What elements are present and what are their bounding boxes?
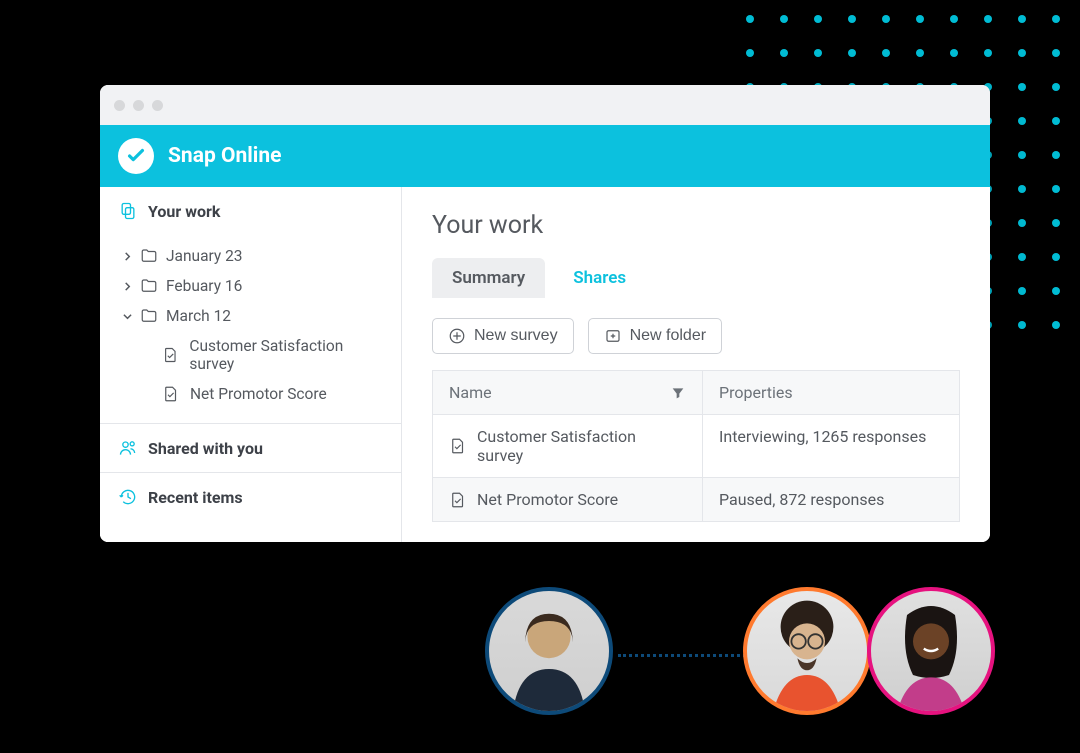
sidebar: Your work January 23 — [100, 187, 402, 542]
row-properties: Interviewing, 1265 responses — [703, 415, 959, 477]
copy-icon — [118, 201, 138, 221]
document-check-icon — [162, 385, 180, 403]
history-icon — [118, 487, 138, 507]
chevron-down-icon — [122, 307, 132, 325]
table-body: Customer Satisfaction survey Interviewin… — [433, 415, 959, 522]
sidebar-your-work-label: Your work — [148, 202, 220, 221]
toolbar: New survey New folder — [432, 318, 960, 354]
folder-label: Febuary 16 — [166, 277, 242, 295]
avatar-group — [485, 587, 995, 715]
chevron-right-icon — [122, 277, 132, 295]
avatar — [743, 587, 871, 715]
app-window: Snap Online Your work — [100, 85, 990, 542]
window-max-dot[interactable] — [152, 100, 163, 111]
column-name-label: Name — [449, 383, 492, 402]
folder-label: January 23 — [166, 247, 243, 265]
row-name: Net Promotor Score — [477, 490, 618, 509]
row-properties: Paused, 872 responses — [703, 478, 959, 521]
row-name: Customer Satisfaction survey — [477, 427, 686, 465]
sidebar-recent[interactable]: Recent items — [100, 473, 401, 521]
table-row[interactable]: Net Promotor Score Paused, 872 responses — [433, 478, 959, 522]
window-close-dot[interactable] — [114, 100, 125, 111]
sidebar-section-your-work: Your work January 23 — [100, 187, 401, 424]
avatar — [485, 587, 613, 715]
filter-icon[interactable] — [670, 385, 686, 401]
person-icon — [871, 591, 991, 711]
folder-march-12[interactable]: March 12 — [100, 301, 401, 331]
survey-label: Net Promotor Score — [190, 385, 327, 403]
column-properties[interactable]: Properties — [703, 371, 959, 415]
sidebar-section-recent: Recent items — [100, 473, 401, 521]
people-icon — [118, 438, 138, 458]
sidebar-your-work[interactable]: Your work — [100, 187, 401, 235]
document-check-icon — [162, 346, 179, 364]
folder-plus-icon — [604, 327, 622, 345]
sidebar-recent-label: Recent items — [148, 488, 243, 507]
app-header: Snap Online — [100, 125, 990, 187]
checkmark-icon — [125, 145, 147, 167]
page-title: Your work — [432, 211, 960, 240]
survey-net-promotor[interactable]: Net Promotor Score — [100, 379, 401, 409]
folder-febuary-16[interactable]: Febuary 16 — [100, 271, 401, 301]
work-table: Name Properties — [432, 370, 960, 522]
folder-icon — [140, 247, 158, 265]
survey-label: Customer Satisfaction survey — [189, 337, 385, 373]
folder-icon — [140, 307, 158, 325]
main-content: Your work Summary Shares New survey — [402, 187, 990, 542]
tab-shares-label: Shares — [573, 268, 626, 288]
person-icon — [747, 591, 867, 711]
tabs: Summary Shares — [432, 258, 960, 298]
column-name[interactable]: Name — [433, 371, 703, 415]
avatar — [867, 587, 995, 715]
table-header: Name Properties — [433, 371, 959, 415]
folder-tree: January 23 Febuary 16 — [100, 235, 401, 423]
tab-shares[interactable]: Shares — [553, 258, 646, 298]
document-check-icon — [449, 437, 467, 455]
window-titlebar — [100, 85, 990, 125]
table-row[interactable]: Customer Satisfaction survey Interviewin… — [433, 415, 959, 478]
column-properties-label: Properties — [719, 383, 793, 402]
sidebar-shared-label: Shared with you — [148, 439, 263, 458]
folder-label: March 12 — [166, 307, 231, 325]
chevron-right-icon — [122, 247, 132, 265]
survey-customer-satisfaction[interactable]: Customer Satisfaction survey — [100, 331, 401, 379]
new-folder-button[interactable]: New folder — [588, 318, 722, 354]
person-icon — [489, 591, 609, 711]
folder-icon — [140, 277, 158, 295]
app-title: Snap Online — [168, 144, 281, 168]
folder-january-23[interactable]: January 23 — [100, 241, 401, 271]
new-survey-button[interactable]: New survey — [432, 318, 574, 354]
document-check-icon — [449, 491, 467, 509]
plus-circle-icon — [448, 327, 466, 345]
new-folder-label: New folder — [630, 327, 706, 345]
tab-summary[interactable]: Summary — [432, 258, 545, 298]
sidebar-section-shared: Shared with you — [100, 424, 401, 473]
tab-summary-label: Summary — [452, 268, 525, 288]
window-min-dot[interactable] — [133, 100, 144, 111]
app-logo — [118, 138, 154, 174]
new-survey-label: New survey — [474, 327, 558, 345]
sidebar-shared[interactable]: Shared with you — [100, 424, 401, 472]
